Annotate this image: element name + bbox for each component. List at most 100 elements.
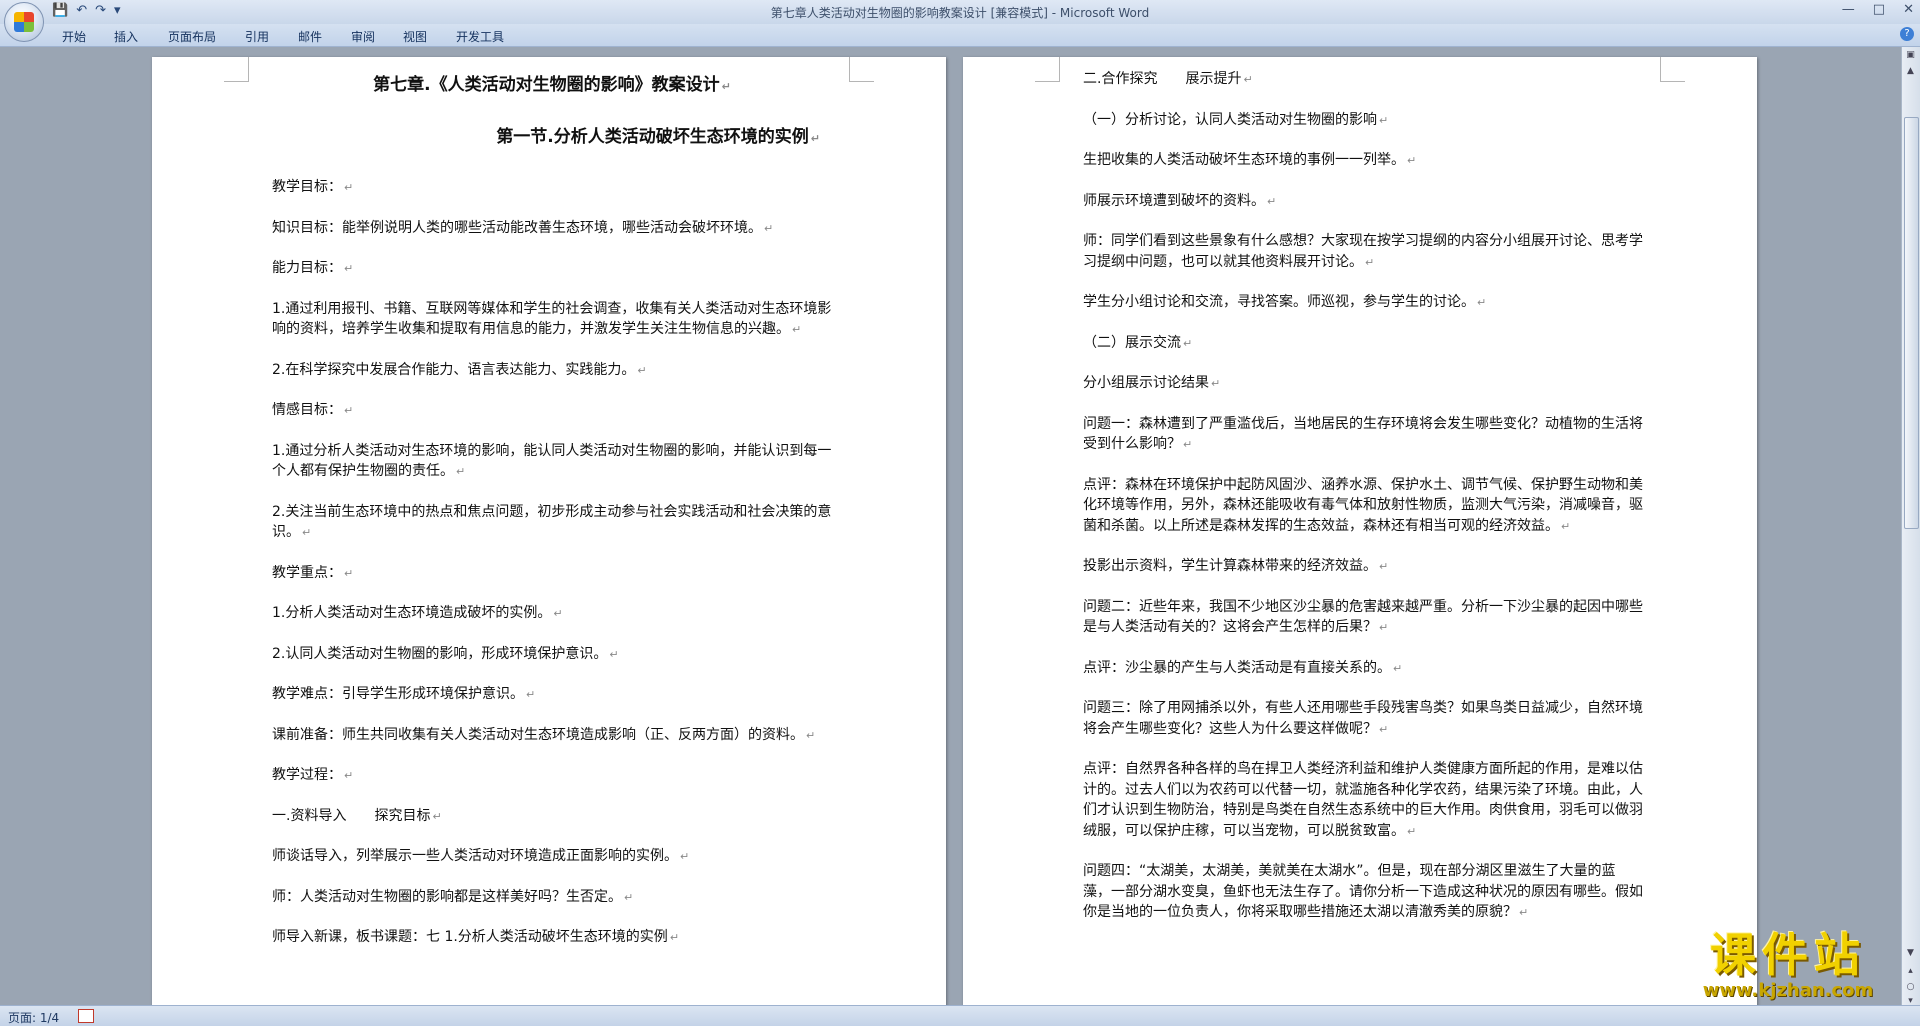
paragraph-mark: ↵ <box>1379 560 1389 573</box>
paragraph[interactable]: 师：人类活动对生物圈的影响都是这样美好吗？生否定。 ↵ <box>272 887 832 909</box>
paragraph-mark: ↵ <box>553 607 563 620</box>
paragraph[interactable]: 教学重点： ↵ <box>272 563 832 585</box>
paragraph[interactable]: 1.分析人类活动对生态环境造成破坏的实例。 ↵ <box>272 603 832 625</box>
minimize-button[interactable]: — <box>1842 2 1855 17</box>
paragraph[interactable]: 问题一：森林遭到了严重滥伐后，当地居民的生存环境将会发生哪些变化？动植物的生活将… <box>1083 414 1643 456</box>
paragraph-mark: ↵ <box>764 221 774 235</box>
paragraph-mark: ↵ <box>526 688 536 701</box>
paragraph-mark: ↵ <box>1407 154 1417 167</box>
scrollbar-thumb[interactable] <box>1904 117 1919 529</box>
paragraph[interactable]: 师：同学们看到这些景象有什么感想？大家现在按学习提纲的内容分小组展开讨论、思考学… <box>1083 231 1643 273</box>
paragraph[interactable]: 师导入新课，板书课题：七 1.分析人类活动破坏生态环境的实例 ↵ <box>272 927 832 949</box>
help-icon[interactable]: ? <box>1900 27 1914 41</box>
paragraph-mark: ↵ <box>344 262 354 275</box>
paragraph[interactable]: 情感目标： ↵ <box>272 400 832 422</box>
section-title[interactable]: 第一节.分析人类活动破坏生态环境的实例 ↵ <box>272 127 832 150</box>
paragraph-text: 分小组展示讨论结果 <box>1083 375 1209 391</box>
tab-review[interactable]: 审阅 <box>351 28 375 45</box>
previous-page-icon[interactable]: ▴ <box>1904 965 1917 978</box>
paragraph-mark: ↵ <box>432 809 442 823</box>
paragraph-text: 2.关注当前生态环境中的热点和焦点问题，初步形成主动参与社会实践活动和社会决策的… <box>272 503 832 541</box>
paragraph-text: 一.资料导入 探究目标 <box>272 807 431 824</box>
paragraph-text: 投影出示资料，学生计算森林带来的经济效益。 <box>1083 558 1377 574</box>
paragraph-text: 学生分小组讨论和交流，寻找答案。师巡视，参与学生的讨论。 <box>1083 294 1475 310</box>
paragraph-mark: ↵ <box>1477 296 1487 309</box>
paragraph[interactable]: 分小组展示讨论结果 ↵ <box>1083 373 1643 395</box>
scroll-up-icon[interactable]: ▲ <box>1904 65 1917 78</box>
office-button[interactable] <box>4 2 44 42</box>
page-count[interactable]: 页面: 1/4 <box>8 1009 59 1026</box>
paragraph-mark: ↵ <box>1267 194 1277 208</box>
paragraph-mark: ↵ <box>806 728 816 742</box>
paragraph[interactable]: 知识目标：能举例说明人类的哪些活动能改善生态环境，哪些活动会破坏环境。 ↵ <box>272 218 832 240</box>
paragraph[interactable]: 点评：沙尘暴的产生与人类活动是有直接关系的。 ↵ <box>1083 658 1643 680</box>
margin-corner-mark <box>849 57 874 82</box>
paragraph-mark: ↵ <box>680 850 690 863</box>
scroll-down-icon[interactable]: ▼ <box>1904 947 1917 960</box>
paragraph[interactable]: 点评：自然界各种各样的鸟在捍卫人类经济利益和维护人类健康方面所起的作用，是难以估… <box>1083 759 1643 842</box>
paragraph[interactable]: 投影出示资料，学生计算森林带来的经济效益。 ↵ <box>1083 556 1643 578</box>
tab-references[interactable]: 引用 <box>245 28 269 45</box>
paragraph[interactable]: 问题二：近些年来，我国不少地区沙尘暴的危害越来越严重。分析一下沙尘暴的起因中哪些… <box>1083 597 1643 639</box>
paragraph-mark: ↵ <box>1211 377 1221 390</box>
maximize-button[interactable]: □ <box>1873 2 1885 17</box>
margin-corner-mark <box>1035 57 1060 82</box>
paragraph[interactable]: 2.关注当前生态环境中的热点和焦点问题，初步形成主动参与社会实践活动和社会决策的… <box>272 502 832 544</box>
paragraph[interactable]: 学生分小组讨论和交流，寻找答案。师巡视，参与学生的讨论。 ↵ <box>1083 292 1643 314</box>
paragraph-text: 能力目标： <box>272 260 342 276</box>
tab-page-layout[interactable]: 页面布局 <box>168 28 216 45</box>
paragraph[interactable]: 二.合作探究 展示提升 ↵ <box>1083 69 1643 91</box>
close-button[interactable]: ✕ <box>1903 2 1914 17</box>
paragraph-mark: ↵ <box>344 181 354 194</box>
paragraph-mark: ↵ <box>344 404 354 417</box>
paragraph[interactable]: 课前准备：师生共同收集有关人类活动对生态环境造成影响（正、反两方面）的资料。 ↵ <box>272 725 832 747</box>
status-bar: 页面: 1/4 <box>0 1005 1920 1026</box>
paragraph-text: 1.通过分析人类活动对生态环境的影响，能认同人类活动对生物圈的影响，并能认识到每… <box>272 442 832 480</box>
paragraph[interactable]: 教学难点：引导学生形成环境保护意识。 ↵ <box>272 684 832 706</box>
page-2: 二.合作探究 展示提升 ↵ （一）分析讨论，认同人类活动对生物圈的影响 ↵ 生把收集的人… <box>963 57 1757 1005</box>
paragraph-text: 教学重点： <box>272 564 342 581</box>
paragraph-text: 师：同学们看到这些景象有什么感想？大家现在按学习提纲的内容分小组展开讨论、思考学… <box>1083 233 1643 270</box>
paragraph-text: 教学难点：引导学生形成环境保护意识。 <box>272 686 524 702</box>
paragraph-text: 教学目标： <box>272 179 342 195</box>
paragraph[interactable]: （一）分析讨论，认同人类活动对生物圈的影响 ↵ <box>1083 110 1643 132</box>
vertical-scrollbar[interactable]: ▣ ▲ ▼ ▴ ○ ▾ <box>1901 47 1920 1006</box>
paragraph-text: 点评：森林在环境保护中起防风固沙、涵养水源、保护水土、调节气候、保护野生动物和美… <box>1083 476 1643 534</box>
tab-developer[interactable]: 开发工具 <box>456 28 504 45</box>
tab-mailings[interactable]: 邮件 <box>298 28 322 45</box>
paragraph-text: 课前准备：师生共同收集有关人类活动对生态环境造成影响（正、反两方面）的资料。 <box>272 726 804 743</box>
paragraph-text: 问题四：“太湖美，太湖美，美就美在太湖水”。但是，现在部分湖区里滋生了大量的蓝藻… <box>1083 863 1643 920</box>
paragraph[interactable]: 问题四：“太湖美，太湖美，美就美在太湖水”。但是，现在部分湖区里滋生了大量的蓝藻… <box>1083 861 1643 924</box>
paragraph[interactable]: 2.认同人类活动对生物圈的影响，形成环境保护意识。 ↵ <box>272 644 832 666</box>
paragraph-text: 二.合作探究 展示提升 <box>1083 71 1242 87</box>
page-content: 第七章.《人类活动对生物圈的影响》教案设计 ↵ 第一节.分析人类活动破坏生态环境的… <box>272 75 832 968</box>
paragraph[interactable]: 1.通过利用报刊、书籍、互联网等媒体和学生的社会调查，收集有关人类活动对生态环境… <box>272 299 832 341</box>
paragraph-text: （二）展示交流 <box>1083 334 1181 351</box>
paragraph[interactable]: 能力目标： ↵ <box>272 258 832 280</box>
paragraph[interactable]: 一.资料导入 探究目标 ↵ <box>272 806 832 828</box>
tab-view[interactable]: 视图 <box>403 28 427 45</box>
ruler-toggle-icon[interactable]: ▣ <box>1904 49 1917 62</box>
paragraph[interactable]: 师展示环境遭到破坏的资料。 ↵ <box>1083 191 1643 213</box>
tab-insert[interactable]: 插入 <box>114 28 138 45</box>
paragraph[interactable]: 教学目标： ↵ <box>272 177 832 199</box>
paragraph[interactable]: 生把收集的人类活动破坏生态环境的事例一一列举。 ↵ <box>1083 150 1643 172</box>
paragraph[interactable]: 师谈话导入，列举展示一些人类活动对环境造成正面影响的实例。 ↵ <box>272 846 832 868</box>
paragraph[interactable]: 1.通过分析人类活动对生态环境的影响，能认同人类活动对生物圈的影响，并能认识到每… <box>272 441 832 483</box>
paragraph-mark: ↵ <box>1183 438 1193 451</box>
paragraph[interactable]: （二）展示交流 ↵ <box>1083 333 1643 355</box>
paragraph-mark: ↵ <box>1365 255 1375 269</box>
paragraph[interactable]: 问题三：除了用网捕杀以外，有些人还用哪些手段残害鸟类？如果鸟类日益减少，自然环境… <box>1083 698 1643 740</box>
tab-home[interactable]: 开始 <box>62 28 86 45</box>
paragraph[interactable]: 2.在科学探究中发展合作能力、语言表达能力、实践能力。 ↵ <box>272 360 832 382</box>
proofing-icon[interactable] <box>78 1009 94 1023</box>
paragraph-text: 情感目标： <box>272 402 342 418</box>
document-area: 第七章.《人类活动对生物圈的影响》教案设计 ↵ 第一节.分析人类活动破坏生态环境的… <box>0 47 1902 1005</box>
paragraph[interactable]: 点评：森林在环境保护中起防风固沙、涵养水源、保护水土、调节气候、保护野生动物和美… <box>1083 475 1643 538</box>
browse-object-icon[interactable]: ○ <box>1904 981 1917 994</box>
document-title[interactable]: 第七章.《人类活动对生物圈的影响》教案设计 ↵ <box>272 75 832 98</box>
paragraph-mark: ↵ <box>1379 113 1389 127</box>
paragraph-mark: ↵ <box>669 931 680 944</box>
paragraph[interactable]: 教学过程： ↵ <box>272 765 832 787</box>
paragraph-text: 2.在科学探究中发展合作能力、语言表达能力、实践能力。 <box>272 361 636 378</box>
